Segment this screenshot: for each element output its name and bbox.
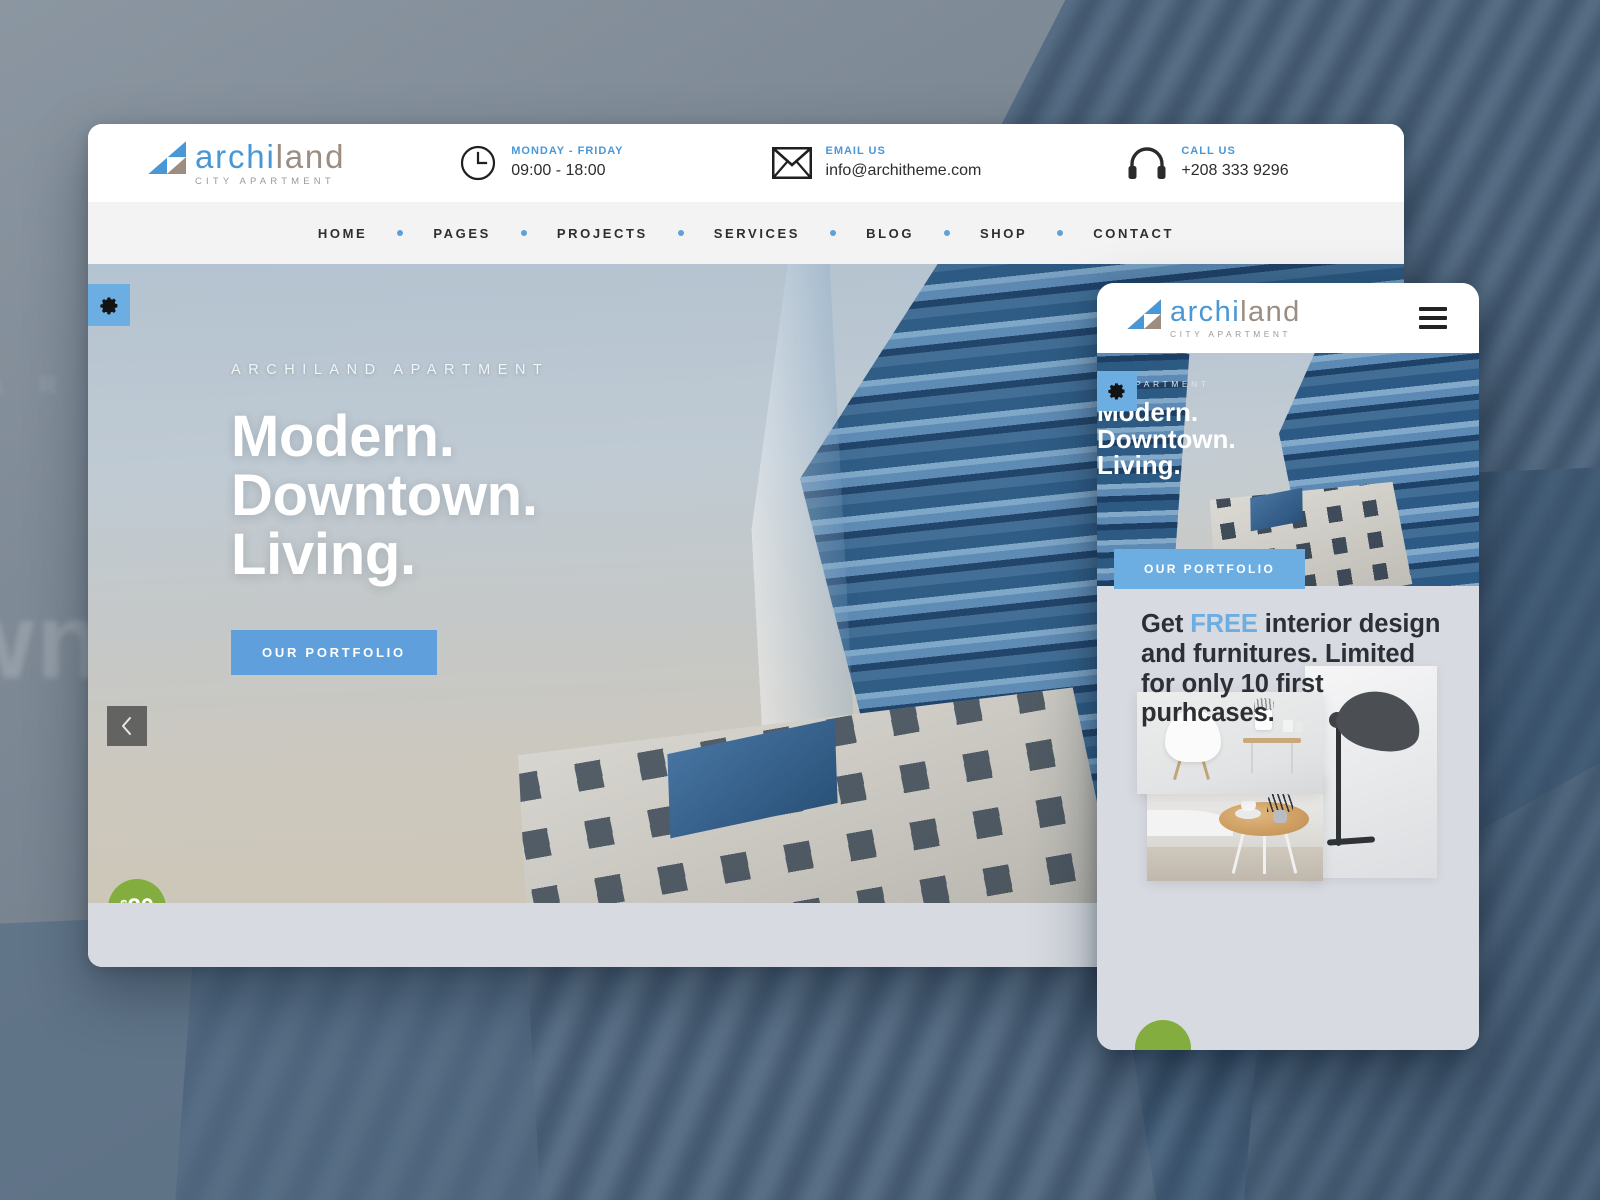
page-title: Modern. Downtown. Living. — [231, 404, 549, 588]
nav-item-contact[interactable]: CONTACT — [1089, 226, 1178, 241]
mobile-logo-word-secondary: land — [1240, 296, 1301, 329]
gear-icon[interactable] — [88, 284, 130, 326]
mobile-top-bar: archiland CITY APARTMENT — [1097, 283, 1479, 353]
slider-prev-button[interactable] — [107, 706, 147, 746]
info-phone-value: +208 333 9296 — [1181, 162, 1289, 180]
logo-tagline: CITY APARTMENT — [195, 176, 335, 188]
collage-small-vase — [1273, 810, 1287, 823]
hero-title-line-3: Living. — [231, 522, 416, 588]
nav-item-home[interactable]: HOME — [314, 226, 371, 241]
nav-list: HOME PAGES PROJECTS SERVICES BLOG SHOP CONTACT — [314, 226, 1178, 241]
dot-separator-icon — [1057, 230, 1064, 236]
mobile-site-logo[interactable]: archiland CITY APARTMENT — [1127, 297, 1301, 340]
mobile-price-badge — [1135, 1020, 1191, 1050]
promo-prefix: Get — [1141, 610, 1191, 638]
dot-separator-icon — [944, 230, 951, 236]
info-email: EMAIL US info@architheme.com — [771, 144, 982, 182]
logo-word-primary: archi — [195, 138, 276, 176]
chevron-left-icon — [122, 717, 131, 735]
collage-side-table — [1243, 738, 1301, 743]
collage-lamp-arm — [1336, 722, 1341, 846]
mobile-our-portfolio-button[interactable]: OUR PORTFOLIO — [1114, 549, 1306, 589]
dot-separator-icon — [520, 230, 527, 236]
collage-small-plant — [1267, 792, 1293, 812]
price-currency: $ — [120, 897, 127, 903]
collage-coffee-cup — [1241, 801, 1256, 811]
dot-separator-icon — [830, 230, 837, 236]
hero-title-line-1: Modern. — [231, 404, 455, 469]
nav-item-projects[interactable]: PROJECTS — [553, 226, 652, 241]
logo-wordmark: archiland — [195, 140, 345, 173]
hero-content: ARCHILAND APARTMENT Modern. Downtown. Livi… — [231, 362, 550, 676]
nav-item-shop[interactable]: SHOP — [976, 226, 1031, 241]
mobile-logo-word-primary: archi — [1170, 296, 1241, 329]
promo-highlight: FREE — [1190, 610, 1258, 638]
mobile-logo-tagline: CITY APARTMENT — [1170, 329, 1292, 340]
nav-item-services[interactable]: SERVICES — [710, 226, 804, 241]
nav-item-pages[interactable]: PAGES — [429, 226, 495, 241]
main-navigation: HOME PAGES PROJECTS SERVICES BLOG SHOP CONTACT — [88, 202, 1404, 264]
dot-separator-icon — [397, 230, 404, 236]
logo-word-secondary: land — [275, 138, 346, 176]
price-amount: 20 — [128, 894, 154, 903]
info-email-value: info@architheme.com — [825, 162, 982, 180]
info-hours-value: 09:00 - 18:00 — [511, 162, 606, 180]
nav-item-blog[interactable]: BLOG — [862, 226, 918, 241]
triangle-logo-icon — [148, 141, 186, 175]
envelope-icon — [771, 147, 812, 179]
gear-icon[interactable] — [1097, 371, 1137, 411]
collage-side-table-legs — [1249, 743, 1295, 773]
dot-separator-icon — [677, 230, 684, 236]
triangle-logo-icon — [1127, 299, 1161, 330]
info-email-title: EMAIL US — [825, 144, 886, 157]
clock-icon — [459, 144, 497, 182]
our-portfolio-button[interactable]: OUR PORTFOLIO — [231, 630, 437, 676]
collage-round-table — [1219, 802, 1309, 836]
desktop-top-bar: archiland CITY APARTMENT MONDAY - FRIDAY… — [88, 124, 1404, 202]
info-hours: MONDAY - FRIDAY 09:00 - 18:00 — [459, 144, 623, 182]
hero-eyebrow: ARCHILAND APARTMENT — [231, 362, 550, 378]
hamburger-menu-icon[interactable] — [1419, 307, 1447, 329]
mobile-hero-title-line-2: Downtown. — [1097, 423, 1236, 454]
collage-table-legs — [1231, 830, 1297, 874]
site-logo[interactable]: archiland CITY APARTMENT — [148, 139, 345, 187]
mobile-promo-text: Get FREE interior design and furnitures.… — [1141, 610, 1441, 729]
info-phone-title: CALL US — [1181, 144, 1236, 157]
mobile-hero-title-line-3: Living. — [1097, 450, 1181, 481]
hero-title-line-2: Downtown. — [231, 463, 538, 529]
headset-icon — [1127, 146, 1167, 180]
info-phone: CALL US +208 333 9296 — [1127, 144, 1289, 182]
mobile-logo-wordmark: archiland — [1170, 298, 1301, 327]
info-hours-title: MONDAY - FRIDAY — [511, 144, 624, 157]
mobile-mockup-device: archiland CITY APARTMENT ND APARTMENT Mo… — [1097, 283, 1479, 1050]
